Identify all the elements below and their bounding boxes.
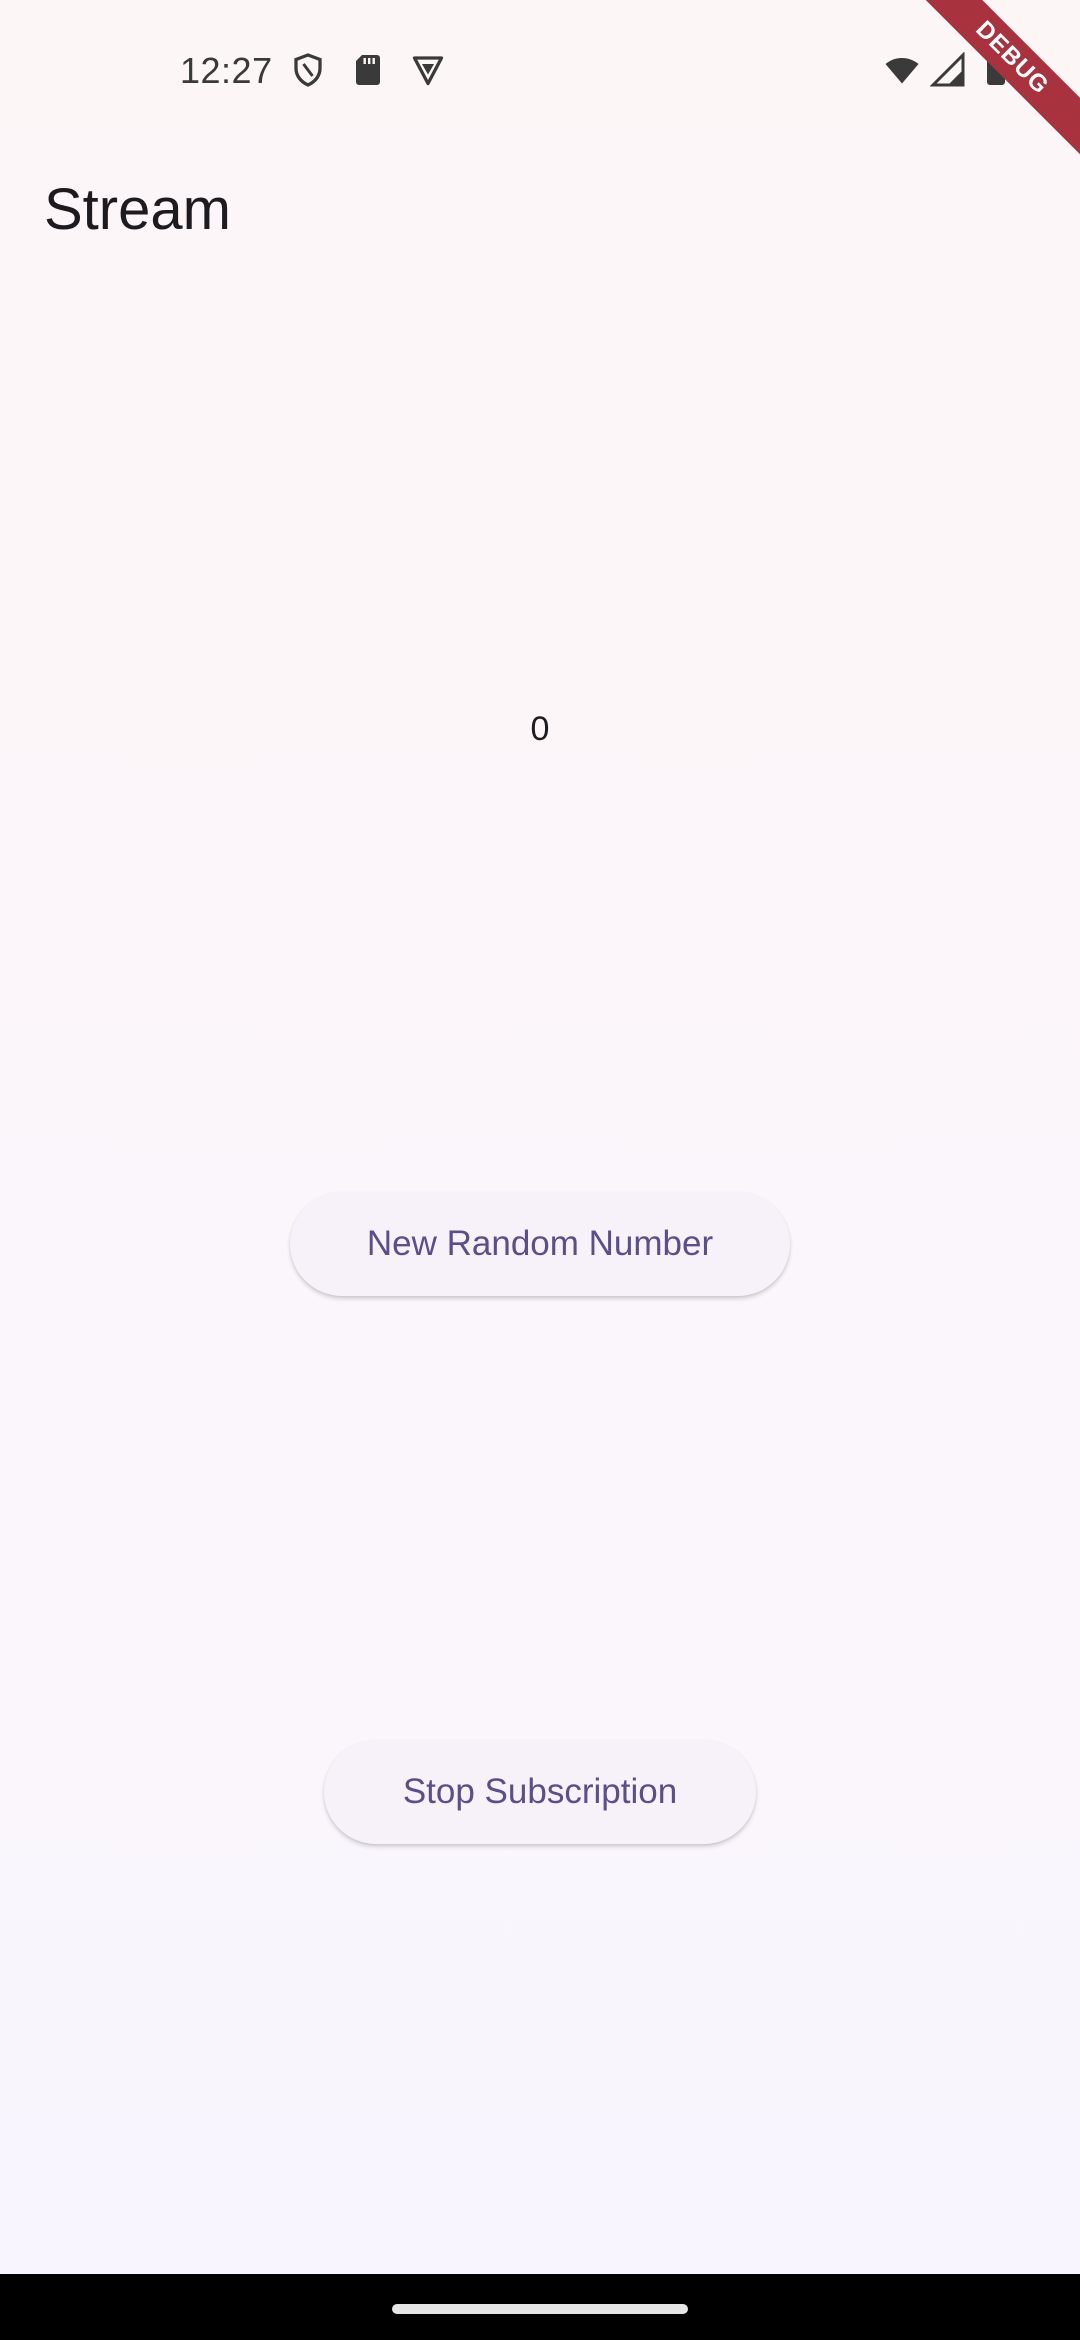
wifi-icon xyxy=(885,58,919,84)
status-bar: 12:27 xyxy=(0,0,1080,140)
navigation-bar xyxy=(0,2274,1080,2340)
signal-icon xyxy=(930,52,965,87)
shield-icon xyxy=(294,53,322,87)
vpn-shield-icon xyxy=(412,56,444,86)
stop-subscription-button[interactable]: Stop Subscription xyxy=(324,1740,756,1844)
page-title: Stream xyxy=(44,177,231,242)
status-time: 12:27 xyxy=(180,50,273,91)
new-random-number-button[interactable]: New Random Number xyxy=(290,1192,790,1296)
battery-icon xyxy=(987,53,1005,85)
home-gesture-handle[interactable] xyxy=(392,2304,688,2314)
random-number-display: 0 xyxy=(530,710,550,748)
sd-card-icon xyxy=(356,55,380,85)
